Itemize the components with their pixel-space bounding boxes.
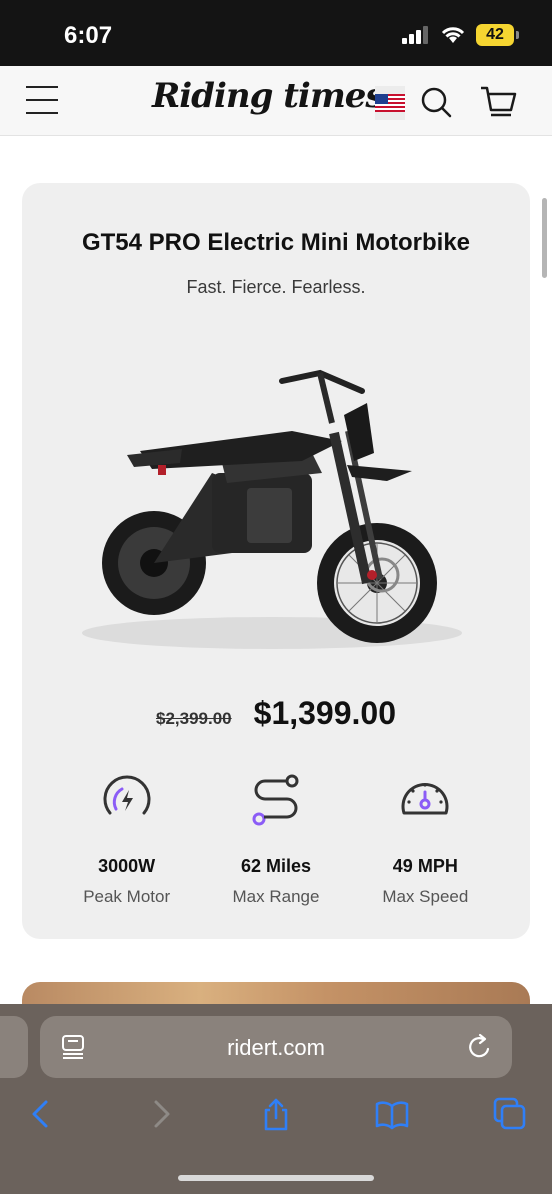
old-price: $2,399.00 [156,709,232,728]
signal-icon [402,26,428,44]
search-icon[interactable] [418,84,454,120]
cart-icon[interactable] [478,82,518,122]
spec-label: Peak Motor [83,887,171,906]
browser-toolbar [0,1096,552,1136]
tabs-icon[interactable] [492,1096,528,1132]
battery-icon: 42 [476,24,519,46]
spec-value: 62 Miles [240,856,311,876]
motor-icon [103,775,151,815]
spec-label: Max Speed [382,887,469,906]
menu-icon-line [26,112,58,114]
us-flag-icon[interactable] [375,86,405,120]
menu-icon-line [26,86,58,88]
home-indicator[interactable] [178,1175,374,1181]
back-icon[interactable] [24,1096,60,1132]
status-icons: 42 [402,24,519,46]
status-time: 6:07 [64,22,113,49]
share-icon[interactable] [258,1096,294,1132]
spec-item: 49 MPH Max Speed [360,773,490,907]
forward-icon[interactable] [142,1096,178,1132]
speedometer-icon [401,782,449,815]
browser-bottom-bar: ridert.com [0,1004,552,1194]
url-text[interactable]: ridert.com [40,1035,512,1061]
spec-item: 62 Miles Max Range [211,773,341,907]
spec-item: 3000W Peak Motor [62,773,192,907]
menu-button[interactable] [26,86,58,116]
bookmarks-icon[interactable] [374,1096,410,1132]
product-card[interactable]: GT54 PRO Electric Mini Motorbike Fast. F… [22,183,530,939]
wifi-icon [441,27,465,43]
site-header: Riding times [0,66,552,136]
scrollbar[interactable] [542,198,547,278]
address-bar[interactable]: ridert.com [40,1016,512,1078]
product-title[interactable]: GT54 PRO Electric Mini Motorbike [22,229,530,257]
motorbike-image[interactable] [62,343,482,663]
spec-list: 3000W Peak Motor 62 Miles Max Range 49 M… [22,773,530,907]
spec-value: 3000W [98,856,156,876]
price-row: $2,399.00 $1,399.00 [22,695,530,732]
spec-label: Max Range [232,887,320,906]
reload-icon[interactable] [466,1033,494,1061]
menu-icon-line [26,99,58,101]
spec-value: 49 MPH [392,856,458,876]
site-logo[interactable]: Riding times [152,76,385,116]
route-icon [252,774,299,826]
product-tagline: Fast. Fierce. Fearless. [186,277,366,297]
status-bar: 6:07 42 [0,0,552,66]
previous-tab-preview[interactable] [0,1016,28,1078]
sale-price: $1,399.00 [253,695,396,731]
